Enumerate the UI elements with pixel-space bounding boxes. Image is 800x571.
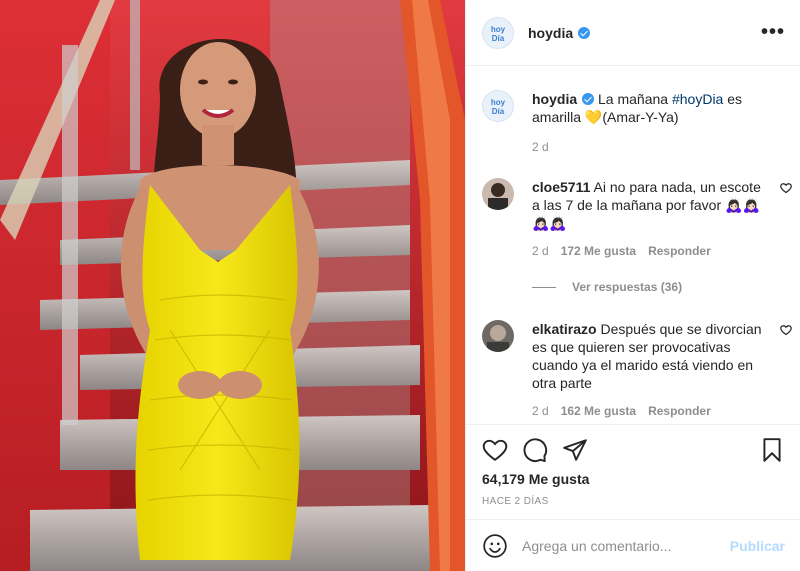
caption-row: hoy Día hoydia La mañana #hoyDia es amar… <box>482 90 792 154</box>
reply-button[interactable]: Responder <box>648 404 711 418</box>
comment-username[interactable]: elkatirazo <box>532 321 597 337</box>
comment-text: cloe5711 Ai no para nada, un escote a la… <box>532 178 772 232</box>
comment-input[interactable] <box>522 537 722 554</box>
publish-button[interactable]: Publicar <box>730 538 785 554</box>
replies-divider <box>532 286 556 288</box>
svg-text:Día: Día <box>492 34 505 43</box>
comment-likes[interactable]: 172 Me gusta <box>561 244 636 258</box>
svg-text:hoy: hoy <box>491 25 506 34</box>
likes-count[interactable]: 64,179 Me gusta <box>482 471 589 487</box>
post-sidebar: hoy Día hoydia ••• hoy Día hoydia La mañ… <box>465 0 800 571</box>
like-heart-icon[interactable] <box>482 437 508 463</box>
commenter-avatar[interactable] <box>482 320 514 352</box>
avatar-photo-icon <box>482 178 514 210</box>
caption-text: hoydia La mañana #hoyDia es amarilla 💛(A… <box>532 90 772 126</box>
comment-username[interactable]: cloe5711 <box>532 179 590 195</box>
verified-badge-icon <box>582 93 595 105</box>
reply-button[interactable]: Responder <box>648 244 711 258</box>
comment-meta: 2 d 172 Me gusta Responder <box>532 244 792 258</box>
post-header: hoy Día hoydia ••• <box>466 0 800 66</box>
post-photo-illustration <box>0 0 465 571</box>
caption-text-before: La mañana <box>598 91 672 107</box>
caption-avatar[interactable]: hoy Día <box>482 90 514 122</box>
comment-time[interactable]: 2 d <box>532 244 549 258</box>
comment-item: elkatirazo Después que se divorcian es q… <box>482 320 792 418</box>
post-timestamp[interactable]: HACE 2 DÍAS <box>482 496 549 507</box>
post-actions: 64,179 Me gusta HACE 2 DÍAS <box>466 424 800 519</box>
save-bookmark-icon[interactable] <box>759 437 785 463</box>
caption-time[interactable]: 2 d <box>532 140 549 154</box>
like-comment-heart-icon[interactable] <box>780 324 792 336</box>
hoydia-logo-icon: hoy Día <box>491 98 506 116</box>
verified-badge-icon <box>578 26 591 39</box>
caption-username[interactable]: hoydia <box>532 91 577 107</box>
comment-meta: 2 d 162 Me gusta Responder <box>532 404 792 418</box>
add-comment-bar: Publicar <box>466 519 800 571</box>
post-photo[interactable] <box>0 0 465 571</box>
svg-text:hoy: hoy <box>491 98 506 107</box>
view-replies-button[interactable]: Ver respuestas (36) <box>532 280 682 294</box>
instagram-post-view: hoy Día hoydia ••• hoy Día hoydia La mañ… <box>0 0 800 571</box>
comment-item: cloe5711 Ai no para nada, un escote a la… <box>482 178 792 258</box>
comments-area[interactable]: hoy Día hoydia La mañana #hoyDia es amar… <box>466 66 800 424</box>
more-options-button[interactable]: ••• <box>761 22 785 42</box>
commenter-avatar[interactable] <box>482 178 514 210</box>
comment-likes[interactable]: 162 Me gusta <box>561 404 636 418</box>
header-username[interactable]: hoydia <box>528 25 573 41</box>
caption-meta: 2 d <box>532 140 792 154</box>
view-replies-label: Ver respuestas (36) <box>572 280 683 294</box>
like-comment-heart-icon[interactable] <box>780 182 792 194</box>
hoydia-logo-icon: hoy Día <box>491 25 506 43</box>
caption-hashtag[interactable]: #hoyDia <box>672 91 723 107</box>
avatar-photo-icon <box>482 320 514 352</box>
action-icons <box>482 437 588 463</box>
comment-time[interactable]: 2 d <box>532 404 549 418</box>
share-paper-plane-icon[interactable] <box>562 437 588 463</box>
svg-text:Día: Día <box>492 107 505 116</box>
emoji-smiley-icon[interactable] <box>482 533 508 559</box>
profile-avatar[interactable]: hoy Día <box>482 16 514 49</box>
comment-text: elkatirazo Después que se divorcian es q… <box>532 320 772 392</box>
comment-bubble-icon[interactable] <box>522 437 548 463</box>
